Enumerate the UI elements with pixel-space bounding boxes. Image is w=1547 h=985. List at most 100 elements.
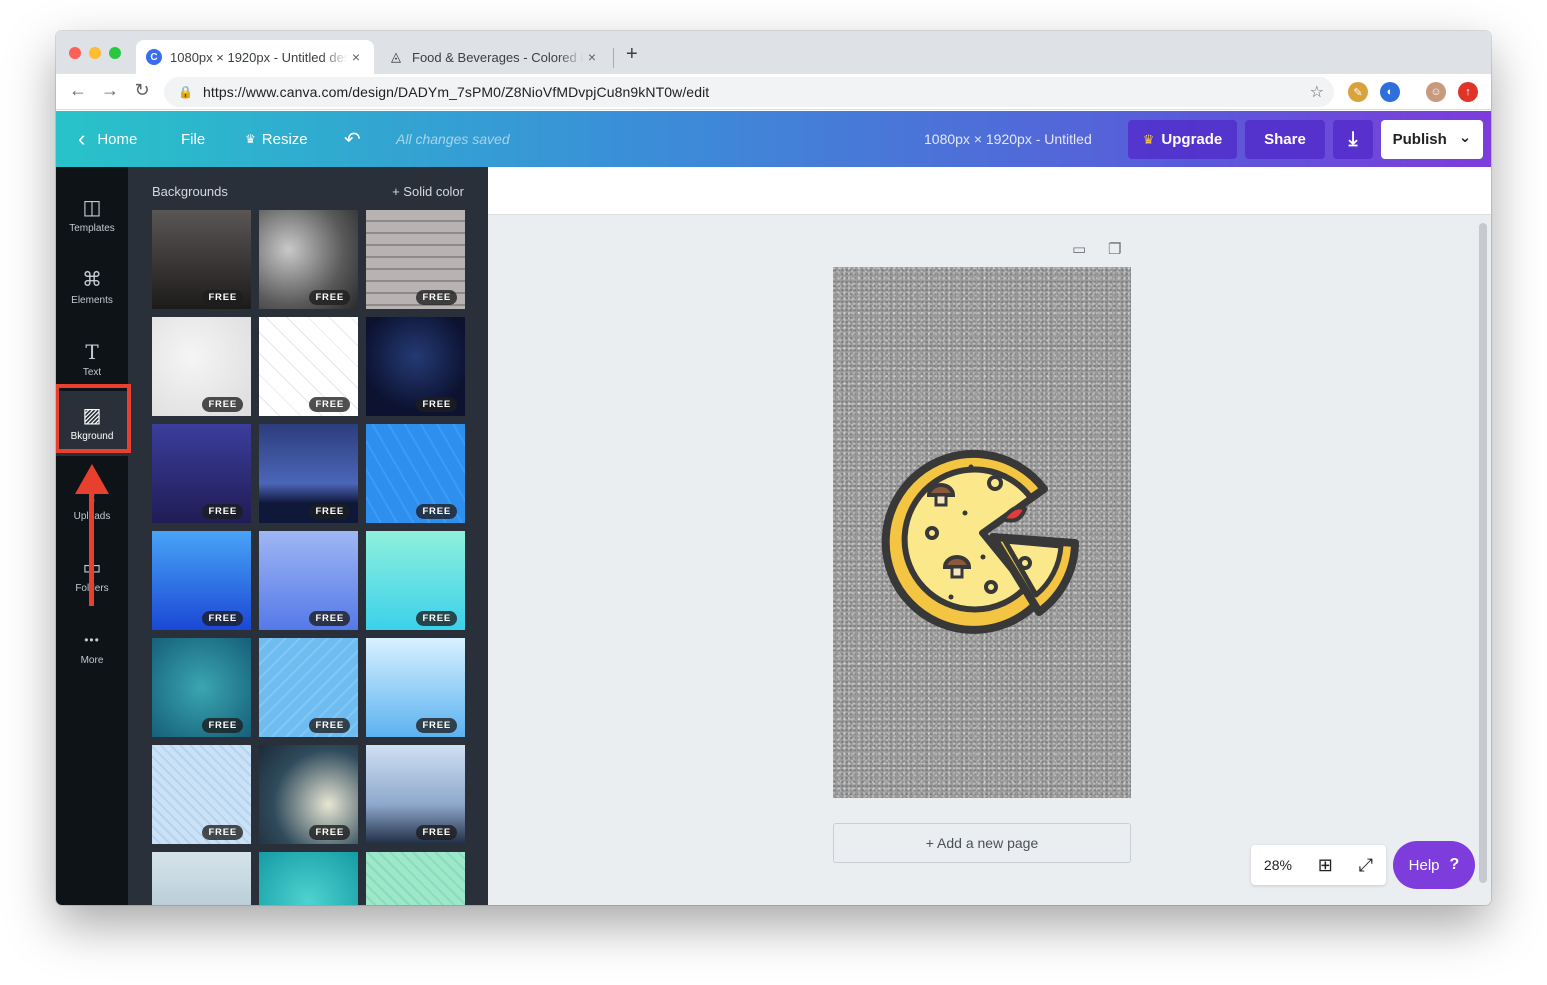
profile-avatar[interactable]: ☺ [1426,82,1446,102]
address-bar[interactable]: 🔒 https://www.canva.com/design/DADYm_7sP… [164,77,1334,107]
download-icon[interactable]: ⤓ [1333,120,1373,159]
background-tile[interactable]: FREE [366,210,465,309]
minimize-window-button[interactable] [89,47,101,59]
free-badge: FREE [202,397,243,412]
help-button[interactable]: Help ? [1393,841,1475,889]
context-toolbar [488,167,1491,215]
tab-title: Food & Beverages - Colored icons [412,49,584,65]
bookmark-star-icon[interactable]: ☆ [1310,82,1324,102]
background-tile[interactable]: FREE [259,210,358,309]
url-text[interactable]: https://www.canva.com/design/DADYm_7sPM0… [203,84,709,100]
background-tile[interactable]: FREE [259,424,358,523]
canva-header: ‹ Home File ♛ Resize ↶ All changes saved… [56,111,1491,167]
close-tab-icon[interactable]: × [348,49,364,65]
duplicate-page-icon[interactable]: ❐ [1108,240,1121,258]
solid-color-button[interactable]: + Solid color [392,184,464,199]
editor-canvas-area: ▭ ❐ + Add a new page 28% ⊞ ⤢ Help ? [488,167,1491,905]
free-badge: FREE [416,611,457,626]
pizza-icon[interactable] [833,267,1131,798]
chevron-left-icon: ‹ [78,126,86,151]
backgrounds-panel: Backgrounds + Solid color FREE FREE FREE FR… [128,167,488,905]
background-tile[interactable]: FREE [152,531,251,630]
new-tab-button[interactable]: + [626,43,638,66]
resize-button[interactable]: ♛ Resize [245,111,308,167]
lock-icon: 🔒 [178,85,193,99]
upgrade-label: Upgrade [1161,131,1223,148]
background-tile[interactable]: FREE [152,424,251,523]
add-page-button[interactable]: + Add a new page [833,823,1131,863]
zoom-level[interactable]: 28% [1264,857,1292,873]
free-badge: FREE [309,718,350,733]
file-menu-button[interactable]: File [181,111,205,167]
maximize-window-button[interactable] [109,47,121,59]
background-tile[interactable]: FREE [366,531,465,630]
forward-icon[interactable]: → [98,80,122,101]
upgrade-button[interactable]: ♛ Upgrade [1128,120,1237,159]
question-icon: ? [1449,856,1460,873]
free-badge: FREE [309,290,350,305]
rail-item-more[interactable]: ••• More [56,616,128,678]
background-tile[interactable]: FREE [259,638,358,737]
save-status: All changes saved [396,131,510,147]
grid-view-icon[interactable]: ⊞ [1318,855,1333,876]
reload-icon[interactable]: ↻ [130,80,154,101]
publish-button[interactable]: Publish ⌄ [1381,120,1483,159]
tab-title: 1080px × 1920px - Untitled design [170,49,348,65]
extension-update-icon[interactable]: ↑ [1458,82,1478,102]
background-tile[interactable]: FREE [366,317,465,416]
back-icon[interactable]: ← [66,80,90,101]
free-badge: FREE [202,290,243,305]
panel-header: Backgrounds + Solid color [152,184,464,199]
background-tile[interactable]: FREE [259,531,358,630]
rail-item-templates[interactable]: ◫ Templates [56,184,128,246]
background-tile[interactable]: FREE [366,745,465,844]
free-badge: FREE [416,504,457,519]
background-tile[interactable] [259,852,358,905]
home-button[interactable]: ‹ Home [78,111,137,167]
close-window-button[interactable] [69,47,81,59]
tab-canva-design[interactable]: C 1080px × 1920px - Untitled design × [136,40,374,74]
background-tile[interactable]: FREE [152,745,251,844]
free-badge: FREE [202,504,243,519]
background-tile[interactable]: FREE [152,317,251,416]
background-tile[interactable]: FREE [152,210,251,309]
share-button[interactable]: Share [1245,120,1325,159]
design-page[interactable] [833,267,1131,798]
background-tile[interactable]: FREE [152,638,251,737]
crown-icon: ♛ [1142,131,1155,147]
rail-item-label: Templates [69,222,115,234]
background-tile[interactable]: FREE [259,745,358,844]
rail-item-label: More [80,654,104,666]
help-label: Help [1408,856,1440,874]
rail-item-label: Elements [71,294,113,306]
rail-item-elements[interactable]: ⌘ Elements [56,256,128,318]
free-badge: FREE [309,825,350,840]
scrollbar[interactable] [1479,223,1487,883]
free-badge: FREE [309,611,350,626]
background-tile[interactable] [152,852,251,905]
extension-eyedropper-icon[interactable]: ✎ [1348,82,1368,102]
free-badge: FREE [416,290,457,305]
canva-favicon-icon: C [146,49,162,65]
extension-toggle-icon[interactable]: ◐ [1380,82,1400,102]
background-tile[interactable] [366,852,465,905]
elements-icon: ⌘ [82,268,102,291]
annotation-arrow-shaft [89,486,94,606]
tab-separator [613,48,614,68]
background-tile[interactable]: FREE [259,317,358,416]
site-favicon-icon: ◬ [391,49,401,64]
free-badge: FREE [309,397,350,412]
tab-strip: C 1080px × 1920px - Untitled design × ◬ … [56,31,1491,74]
comment-icon[interactable]: ▭ [1072,240,1086,258]
free-badge: FREE [309,504,350,519]
rail-item-text[interactable]: T Text [56,328,128,390]
more-dots-icon: ••• [84,632,100,647]
document-title[interactable]: 1080px × 1920px - Untitled [924,111,1092,167]
undo-icon[interactable]: ↶ [344,111,361,167]
background-tile[interactable]: FREE [366,424,465,523]
fullscreen-icon[interactable]: ⤢ [1359,855,1373,876]
tab-food-beverages[interactable]: ◬ Food & Beverages - Colored icons × [378,40,610,74]
background-tile[interactable]: FREE [366,638,465,737]
panel-title: Backgrounds [152,184,228,199]
close-tab-icon[interactable]: × [584,49,600,65]
